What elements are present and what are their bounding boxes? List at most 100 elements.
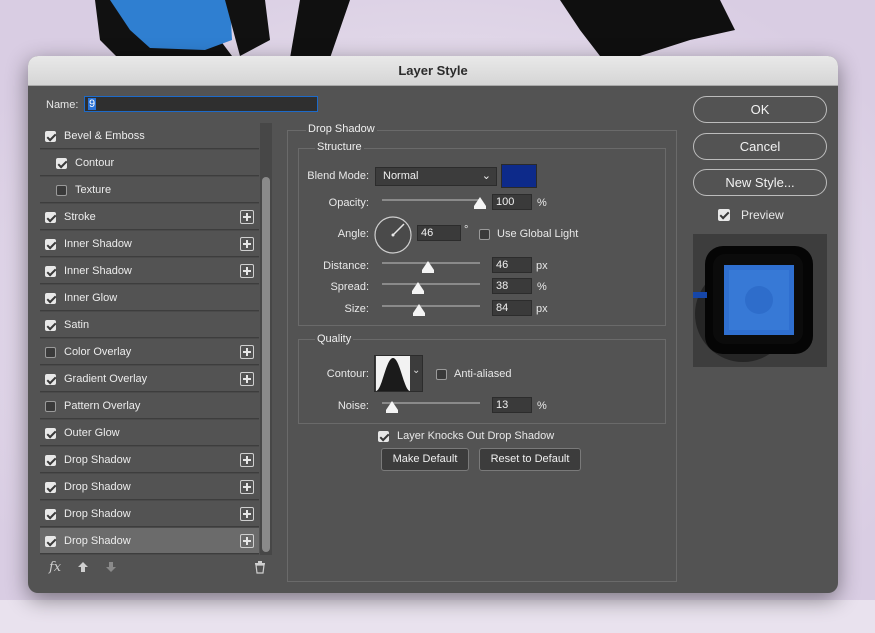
spread-field[interactable]: 38 xyxy=(492,278,532,294)
size-field[interactable]: 84 xyxy=(492,300,532,316)
make-default-button[interactable]: Make Default xyxy=(381,448,469,471)
angle-dial[interactable] xyxy=(373,215,413,255)
spread-slider-thumb[interactable] xyxy=(412,282,424,294)
size-slider-thumb[interactable] xyxy=(413,304,425,316)
ok-button[interactable]: OK xyxy=(693,96,827,123)
effect-item[interactable]: Texture xyxy=(40,177,259,203)
opacity-slider-thumb[interactable] xyxy=(474,197,486,209)
blend-mode-value: Normal xyxy=(383,170,419,182)
chevron-down-icon: ⌄ xyxy=(412,365,421,376)
effect-checkbox[interactable] xyxy=(56,185,67,196)
add-effect-icon[interactable] xyxy=(240,453,254,467)
structure-title: Structure xyxy=(315,141,364,153)
effect-label: Pattern Overlay xyxy=(64,400,141,412)
effect-label: Gradient Overlay xyxy=(64,373,148,385)
shadow-color-swatch[interactable] xyxy=(501,164,537,188)
contour-picker[interactable]: ⌄ xyxy=(374,355,423,392)
add-effect-icon[interactable] xyxy=(240,507,254,521)
effect-checkbox[interactable] xyxy=(45,482,56,493)
effect-checkbox[interactable] xyxy=(45,401,56,412)
global-light-checkbox[interactable] xyxy=(479,229,490,240)
effects-list: Bevel & Emboss Contour Texture Stroke Inner … xyxy=(40,123,259,555)
effect-item[interactable]: Inner Shadow xyxy=(40,258,259,284)
effect-item[interactable]: Bevel & Emboss xyxy=(40,123,259,149)
cancel-button[interactable]: Cancel xyxy=(693,133,827,160)
effect-item[interactable]: Stroke xyxy=(40,204,259,230)
effect-checkbox[interactable] xyxy=(45,347,56,358)
angle-field[interactable]: 46 xyxy=(417,225,461,241)
knockout-label: Layer Knocks Out Drop Shadow xyxy=(397,430,555,442)
anti-aliased-checkbox[interactable] xyxy=(436,369,447,380)
panel-title: Drop Shadow xyxy=(306,123,377,135)
effect-checkbox[interactable] xyxy=(45,131,56,142)
opacity-field[interactable]: 100 xyxy=(492,194,532,210)
effect-checkbox[interactable] xyxy=(45,536,56,547)
effect-label: Drop Shadow xyxy=(64,454,131,466)
effect-checkbox[interactable] xyxy=(45,428,56,439)
add-effect-icon[interactable] xyxy=(240,534,254,548)
effect-item[interactable]: Inner Shadow xyxy=(40,231,259,257)
trash-icon[interactable] xyxy=(254,561,266,574)
noise-unit: % xyxy=(537,400,547,412)
effect-item[interactable]: Outer Glow xyxy=(40,420,259,446)
size-unit: px xyxy=(536,303,548,315)
fx-menu-button[interactable]: fx xyxy=(49,560,61,575)
anti-aliased-label: Anti-aliased xyxy=(454,368,512,380)
spread-slider-track[interactable] xyxy=(382,283,480,285)
size-slider-track[interactable] xyxy=(382,305,480,307)
effect-checkbox[interactable] xyxy=(56,158,67,169)
effect-item[interactable]: Drop Shadow xyxy=(40,474,259,500)
effect-item[interactable]: Drop Shadow xyxy=(40,501,259,527)
effect-checkbox[interactable] xyxy=(45,320,56,331)
effect-checkbox[interactable] xyxy=(45,239,56,250)
add-effect-icon[interactable] xyxy=(240,237,254,251)
add-effect-icon[interactable] xyxy=(240,345,254,359)
effect-checkbox[interactable] xyxy=(45,374,56,385)
chevron-down-icon: ⌄ xyxy=(481,170,491,182)
effect-checkbox[interactable] xyxy=(45,266,56,277)
effect-item[interactable]: Pattern Overlay xyxy=(40,393,259,419)
contour-preview-icon xyxy=(376,356,410,391)
effect-item[interactable]: Inner Glow xyxy=(40,285,259,311)
arrow-up-icon[interactable] xyxy=(77,561,89,573)
add-effect-icon[interactable] xyxy=(240,372,254,386)
quality-title: Quality xyxy=(315,333,354,345)
effect-label: Stroke xyxy=(64,211,96,223)
effects-scrollbar-thumb[interactable] xyxy=(262,177,270,552)
add-effect-icon[interactable] xyxy=(240,264,254,278)
blend-mode-select[interactable]: Normal ⌄ xyxy=(375,167,497,186)
distance-field[interactable]: 46 xyxy=(492,257,532,273)
angle-unit: ° xyxy=(464,224,469,236)
new-style-button[interactable]: New Style... xyxy=(693,169,827,196)
knockout-checkbox[interactable] xyxy=(378,431,389,442)
effect-item[interactable]: Drop Shadow xyxy=(40,447,259,473)
name-input[interactable]: 9 xyxy=(84,96,318,112)
reset-default-button[interactable]: Reset to Default xyxy=(479,448,581,471)
effect-checkbox[interactable] xyxy=(45,293,56,304)
distance-slider-thumb[interactable] xyxy=(422,261,434,273)
distance-unit: px xyxy=(536,260,548,272)
effect-checkbox[interactable] xyxy=(45,509,56,520)
effect-item[interactable]: Gradient Overlay xyxy=(40,366,259,392)
opacity-slider-track[interactable] xyxy=(382,199,480,201)
effect-item[interactable]: Contour xyxy=(40,150,259,176)
arrow-down-icon[interactable] xyxy=(105,561,117,573)
blend-mode-label: Blend Mode: xyxy=(307,170,369,182)
effect-label: Inner Glow xyxy=(64,292,118,304)
layer-style-dialog: Layer Style Name: 9 Bevel & Emboss Contou… xyxy=(28,56,838,593)
effect-checkbox[interactable] xyxy=(45,212,56,223)
add-effect-icon[interactable] xyxy=(240,210,254,224)
effect-label: Inner Shadow xyxy=(64,265,132,277)
name-value: 9 xyxy=(88,98,97,110)
effect-checkbox[interactable] xyxy=(45,455,56,466)
effect-item[interactable]: Drop Shadow xyxy=(40,528,259,554)
size-label: Size: xyxy=(344,303,369,315)
preview-checkbox[interactable] xyxy=(718,209,730,221)
effect-item[interactable]: Satin xyxy=(40,312,259,338)
noise-slider-thumb[interactable] xyxy=(386,401,398,413)
effect-item[interactable]: Color Overlay xyxy=(40,339,259,365)
noise-field[interactable]: 13 xyxy=(492,397,532,413)
add-effect-icon[interactable] xyxy=(240,480,254,494)
opacity-unit: % xyxy=(537,197,547,209)
name-label: Name: xyxy=(46,99,79,111)
